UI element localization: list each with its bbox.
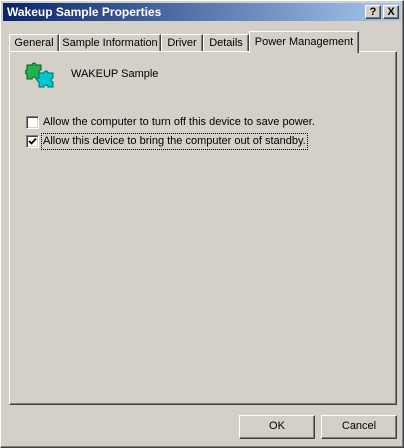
tab-strip: General Sample Information Driver Detail… <box>9 31 397 53</box>
cancel-button[interactable]: Cancel <box>321 415 397 439</box>
allow-wake-label[interactable]: Allow this device to bring the computer … <box>41 133 308 150</box>
tab-panel <box>9 51 397 405</box>
help-button[interactable]: ? <box>365 5 381 19</box>
tab-driver[interactable]: Driver <box>161 34 203 51</box>
window-title: Wakeup Sample Properties <box>7 5 162 19</box>
allow-wake-checkbox[interactable] <box>26 135 39 148</box>
properties-dialog: Wakeup Sample Properties ? X General Sam… <box>0 0 404 448</box>
allow-power-off-checkbox[interactable] <box>26 116 39 129</box>
checkmark-icon <box>28 137 37 145</box>
title-bar[interactable]: Wakeup Sample Properties ? X <box>3 3 401 21</box>
device-name: WAKEUP Sample <box>71 68 159 80</box>
tab-details[interactable]: Details <box>203 34 249 51</box>
tab-sample-information[interactable]: Sample Information <box>59 34 161 51</box>
allow-power-off-label[interactable]: Allow the computer to turn off this devi… <box>43 116 315 129</box>
ok-button[interactable]: OK <box>239 415 315 439</box>
tab-power-management[interactable]: Power Management <box>249 31 359 53</box>
close-button[interactable]: X <box>383 5 399 19</box>
tab-general[interactable]: General <box>9 34 59 51</box>
puzzle-pieces-icon <box>25 62 54 88</box>
